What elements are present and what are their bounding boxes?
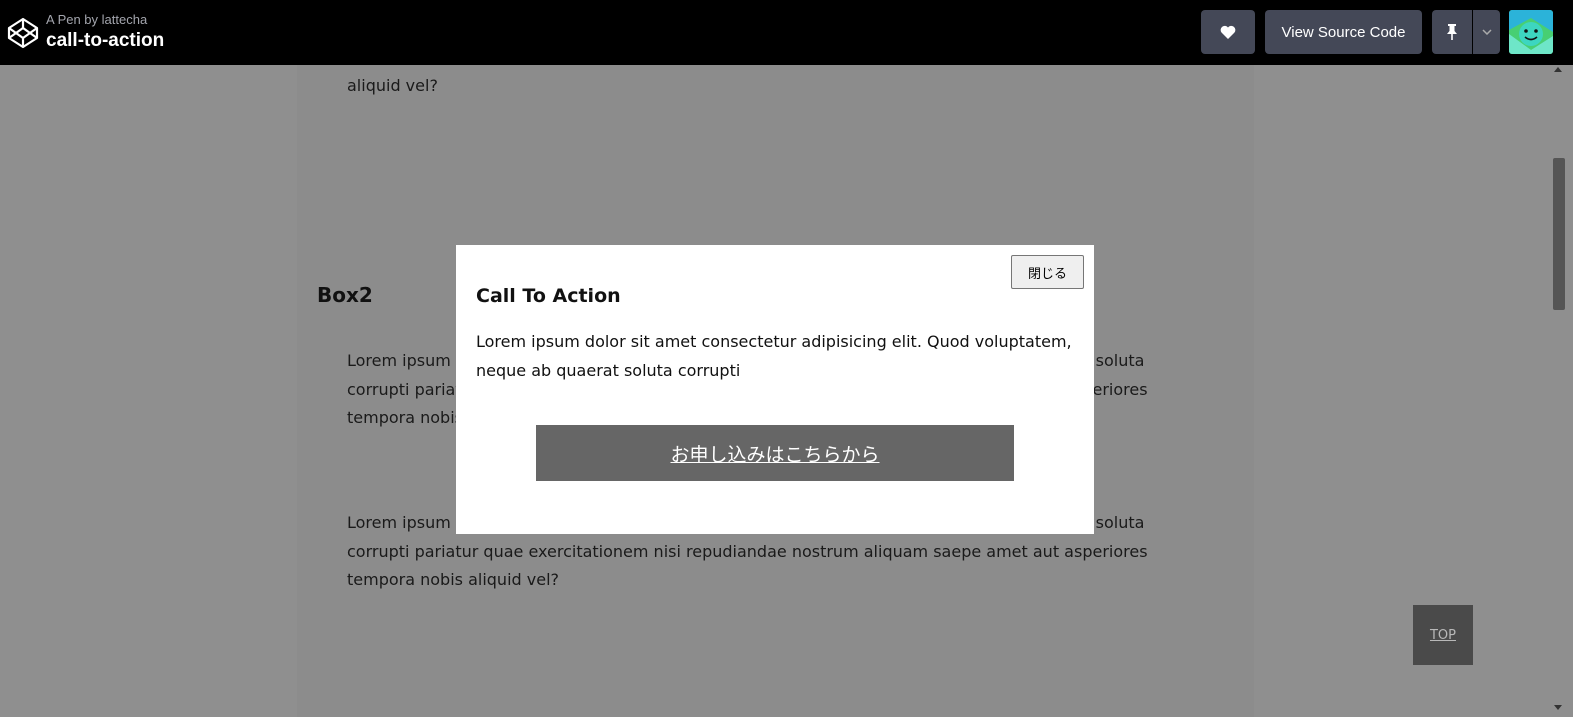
user-avatar[interactable] [1509,10,1553,54]
scrollbar-thumb[interactable] [1553,158,1565,310]
modal-title: Call To Action [476,285,621,307]
close-button[interactable]: 閉じる [1011,255,1084,289]
heart-icon [1220,25,1236,39]
codepen-logo-icon[interactable] [7,17,39,49]
pen-author[interactable]: A Pen by lattecha [46,12,147,27]
pen-title: call-to-action [46,30,165,51]
scroll-up-arrow-icon[interactable] [1554,67,1562,72]
box2-heading: Box2 [317,283,373,307]
codepen-header: A Pen by lattecha call-to-action View So… [0,0,1573,65]
call-to-action-modal: 閉じる Call To Action Lorem ipsum dolor sit… [456,245,1094,534]
paragraph-top-tail: aliquid vel? [347,76,438,95]
back-to-top-button[interactable]: TOP [1413,605,1473,665]
pin-icon [1447,24,1457,40]
apply-cta-button[interactable]: お申し込みはこちらから [536,425,1014,481]
modal-text: Lorem ipsum dolor sit amet consectetur a… [476,332,1072,380]
view-source-button[interactable]: View Source Code [1265,10,1422,54]
chevron-down-icon [1481,29,1492,35]
pin-button[interactable] [1432,10,1472,54]
pin-dropdown-button[interactable] [1473,10,1500,54]
love-button[interactable] [1201,10,1255,54]
avatar-icon [1509,10,1553,54]
scroll-down-arrow-icon[interactable] [1554,705,1562,710]
